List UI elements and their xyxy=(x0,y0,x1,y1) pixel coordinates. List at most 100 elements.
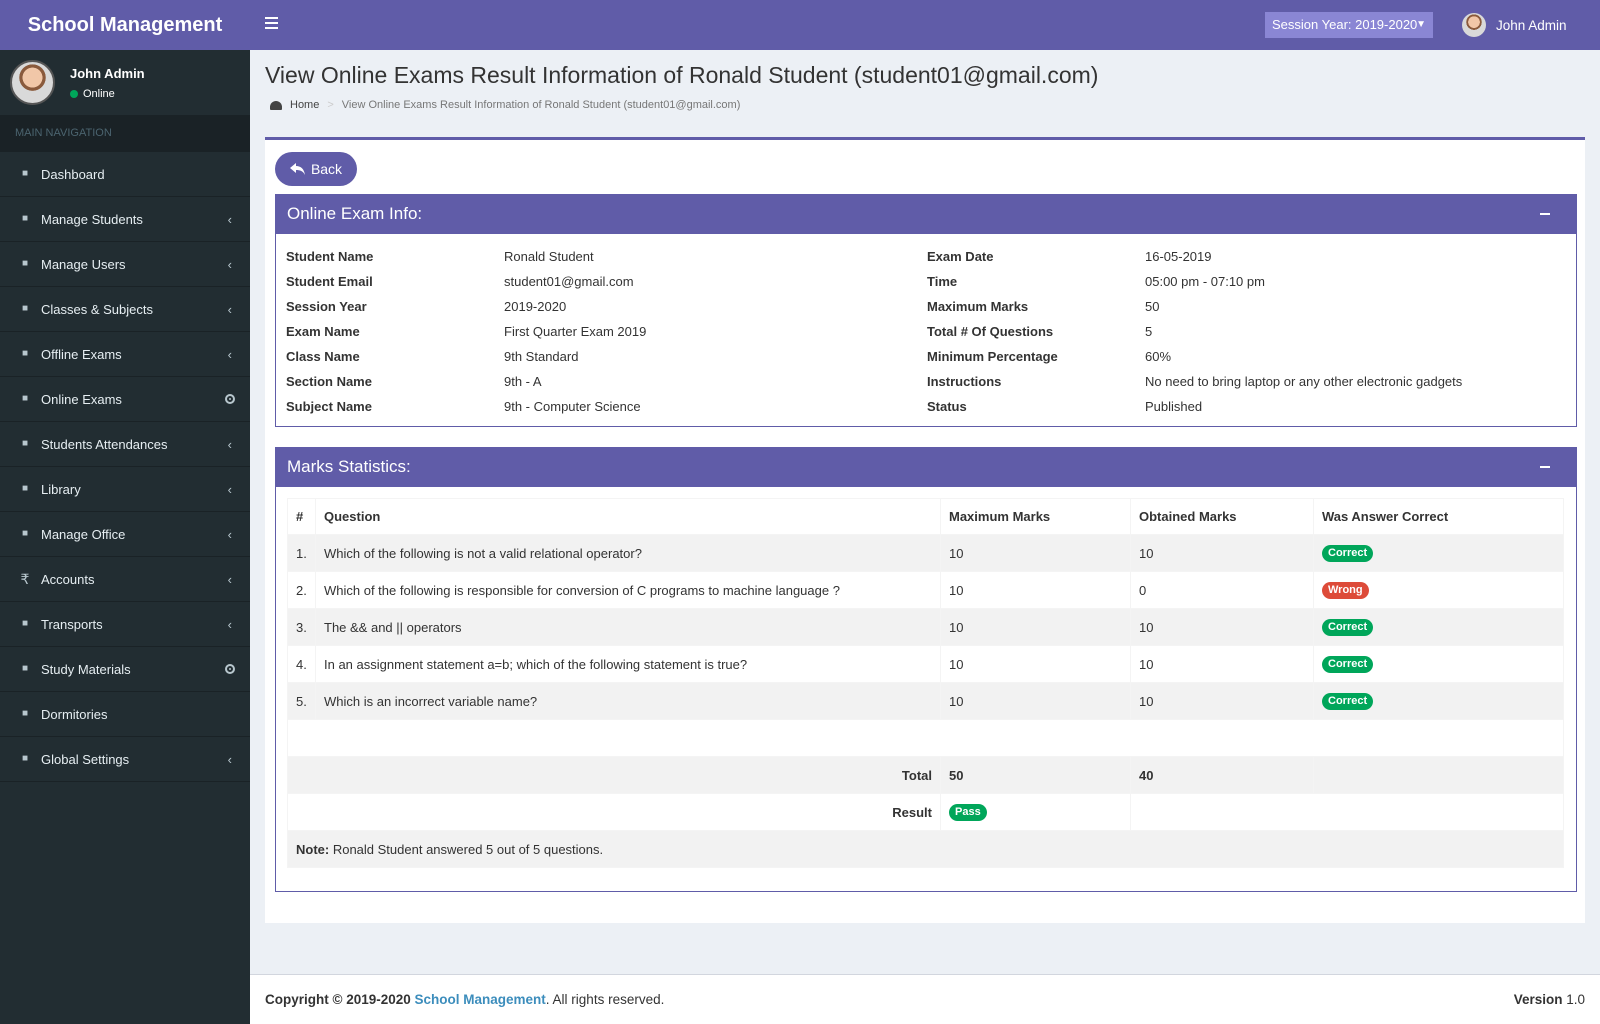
result-label: Result xyxy=(287,793,941,831)
book-icon: ■ xyxy=(21,483,29,494)
sidebar-item-label: Global Settings xyxy=(41,751,130,767)
footer-brand-link[interactable]: School Management xyxy=(415,992,546,1007)
info-key: Maximum Marks xyxy=(927,299,1029,314)
sidebar-item-label: Offline Exams xyxy=(41,346,122,362)
cell-q: Which is an incorrect variable name? xyxy=(315,682,941,720)
online-dot-icon xyxy=(70,89,78,98)
sidebar-item-manage-users[interactable]: ■ Manage Users ‹ xyxy=(0,242,250,287)
menu-toggle-icon[interactable] xyxy=(265,17,278,29)
sidebar-item-label: Dormitories xyxy=(41,706,108,722)
cell-q: Which of the following is responsible fo… xyxy=(315,571,941,609)
total-max: 50 xyxy=(940,756,1131,794)
avatar xyxy=(1462,13,1486,37)
info-value: 9th Standard xyxy=(504,349,579,364)
sidebar-item-accounts[interactable]: ₹ Accounts ‹ xyxy=(0,557,250,602)
info-row: Section Name 9th - A xyxy=(286,369,646,394)
status-text: Online xyxy=(83,87,115,100)
cell-obt: 0 xyxy=(1130,571,1314,609)
breadcrumb-home[interactable]: Home xyxy=(290,99,319,111)
cell-res: Correct xyxy=(1313,645,1564,683)
info-key: Subject Name xyxy=(286,399,372,414)
sidebar-item-library[interactable]: ■ Library ‹ xyxy=(0,467,250,512)
users-icon: ■ xyxy=(21,213,29,224)
table-row: 4. In an assignment statement a=b; which … xyxy=(287,645,1564,683)
sidebar-item-dashboard[interactable]: ■ Dashboard xyxy=(0,152,250,197)
sidebar-menu: ■ Dashboard ■ Manage Students ‹ ■ Manage Users… xyxy=(0,152,250,782)
sidebar-item-dormitories[interactable]: ■ Dormitories xyxy=(0,692,250,737)
exam-info-left: Student Name Ronald Student Student Email s… xyxy=(286,244,646,419)
app-logo[interactable]: School Management xyxy=(0,0,250,50)
info-value: Ronald Student xyxy=(504,249,594,264)
collapse-icon[interactable] xyxy=(1540,466,1550,468)
sidebar-item-manage-students[interactable]: ■ Manage Students ‹ xyxy=(0,197,250,242)
info-row: Maximum Marks 50 xyxy=(927,294,1462,319)
exam-info-title: Online Exam Info: xyxy=(287,204,423,223)
result-cell: Pass xyxy=(940,793,1131,831)
info-key: Instructions xyxy=(927,374,1002,389)
back-button[interactable]: Back xyxy=(275,152,357,186)
chevron-left-icon: ‹ xyxy=(227,256,232,272)
info-key: Total # Of Questions xyxy=(927,324,1054,339)
chevron-left-icon: ‹ xyxy=(227,571,232,587)
result-empty-cell xyxy=(1130,793,1564,831)
rupee-icon: ₹ xyxy=(20,571,30,587)
users-icon: ■ xyxy=(21,258,29,269)
sidebar-item-label: Online Exams xyxy=(41,391,122,407)
sidebar-item-label: Dashboard xyxy=(41,166,105,182)
cell-obt: 10 xyxy=(1130,645,1314,683)
info-value: First Quarter Exam 2019 xyxy=(504,324,647,339)
sidebar-item-transports[interactable]: ■ Transports ‹ xyxy=(0,602,250,647)
table-row: 3. The && and || operators 10 10 Correct xyxy=(287,608,1564,646)
user-status: Online xyxy=(70,88,145,100)
info-key: Minimum Percentage xyxy=(927,349,1058,364)
dashboard-icon xyxy=(270,100,282,110)
marks-panel: Marks Statistics: # Question Maximum Mar… xyxy=(275,447,1577,892)
info-key: Student Email xyxy=(286,274,373,289)
topbar: Session Year: 2019-2020 ▼ John Admin xyxy=(250,0,1600,50)
graduation-cap-icon: ■ xyxy=(21,348,29,359)
sidebar-item-label: Manage Office xyxy=(41,526,126,542)
chevron-left-icon: ‹ xyxy=(227,616,232,632)
info-row: Exam Date 16-05-2019 xyxy=(927,244,1462,269)
info-key: Section Name xyxy=(286,374,372,389)
info-key: Time xyxy=(927,274,958,289)
sidebar-item-global-settings[interactable]: ■ Global Settings ‹ xyxy=(0,737,250,782)
sidebar-item-students-attendances[interactable]: ■ Students Attendances ‹ xyxy=(0,422,250,467)
empty-row xyxy=(287,719,1564,757)
info-key: Student Name xyxy=(286,249,374,264)
info-key: Status xyxy=(927,399,967,414)
sidebar-item-online-exams[interactable]: ■ Online Exams xyxy=(0,377,250,422)
note-label: Note: xyxy=(296,841,330,857)
collapse-icon[interactable] xyxy=(1540,213,1550,215)
cell-max: 10 xyxy=(940,534,1131,572)
cell-n: 4. xyxy=(287,645,316,683)
note-text: Ronald Student answered 5 out of 5 quest… xyxy=(329,841,604,857)
topbar-user-name: John Admin xyxy=(1496,17,1567,33)
gears-icon: ■ xyxy=(21,753,29,764)
result-box: Back Online Exam Info: Student Name Ronal… xyxy=(265,137,1585,923)
info-row: Class Name 9th Standard xyxy=(286,344,646,369)
table-row: 1. Which of the following is not a valid … xyxy=(287,534,1564,572)
page-title: View Online Exams Result Information of … xyxy=(265,62,1099,88)
sidebar-user-name: John Admin xyxy=(70,65,145,81)
session-year-label: Session Year: 2019-2020 xyxy=(1272,17,1418,32)
sidebar-item-label: Manage Users xyxy=(41,256,126,272)
sidebar-item-study-materials[interactable]: ■ Study Materials xyxy=(0,647,250,692)
info-value: No need to bring laptop or any other ele… xyxy=(1145,374,1463,389)
chevron-left-icon: ‹ xyxy=(227,301,232,317)
sidebar-item-offline-exams[interactable]: ■ Offline Exams ‹ xyxy=(0,332,250,377)
sidebar-item-classes-subjects[interactable]: ■ Classes & Subjects ‹ xyxy=(0,287,250,332)
user-menu[interactable]: John Admin xyxy=(1462,13,1567,37)
info-row: Status Published xyxy=(927,394,1462,419)
session-year-select[interactable]: Session Year: 2019-2020 ▼ xyxy=(1265,12,1433,38)
breadcrumb-current: View Online Exams Result Information of … xyxy=(341,99,741,111)
cell-max: 10 xyxy=(940,571,1131,609)
sidebar-item-manage-office[interactable]: ■ Manage Office ‹ xyxy=(0,512,250,557)
bus-icon: ■ xyxy=(21,618,29,629)
result-row: Result Pass xyxy=(287,793,1564,831)
total-obtained: 40 xyxy=(1130,756,1314,794)
info-key: Exam Name xyxy=(286,324,360,339)
cell-res: Correct xyxy=(1313,682,1564,720)
cell-obt: 10 xyxy=(1130,534,1314,572)
total-empty-cell xyxy=(1313,756,1564,794)
